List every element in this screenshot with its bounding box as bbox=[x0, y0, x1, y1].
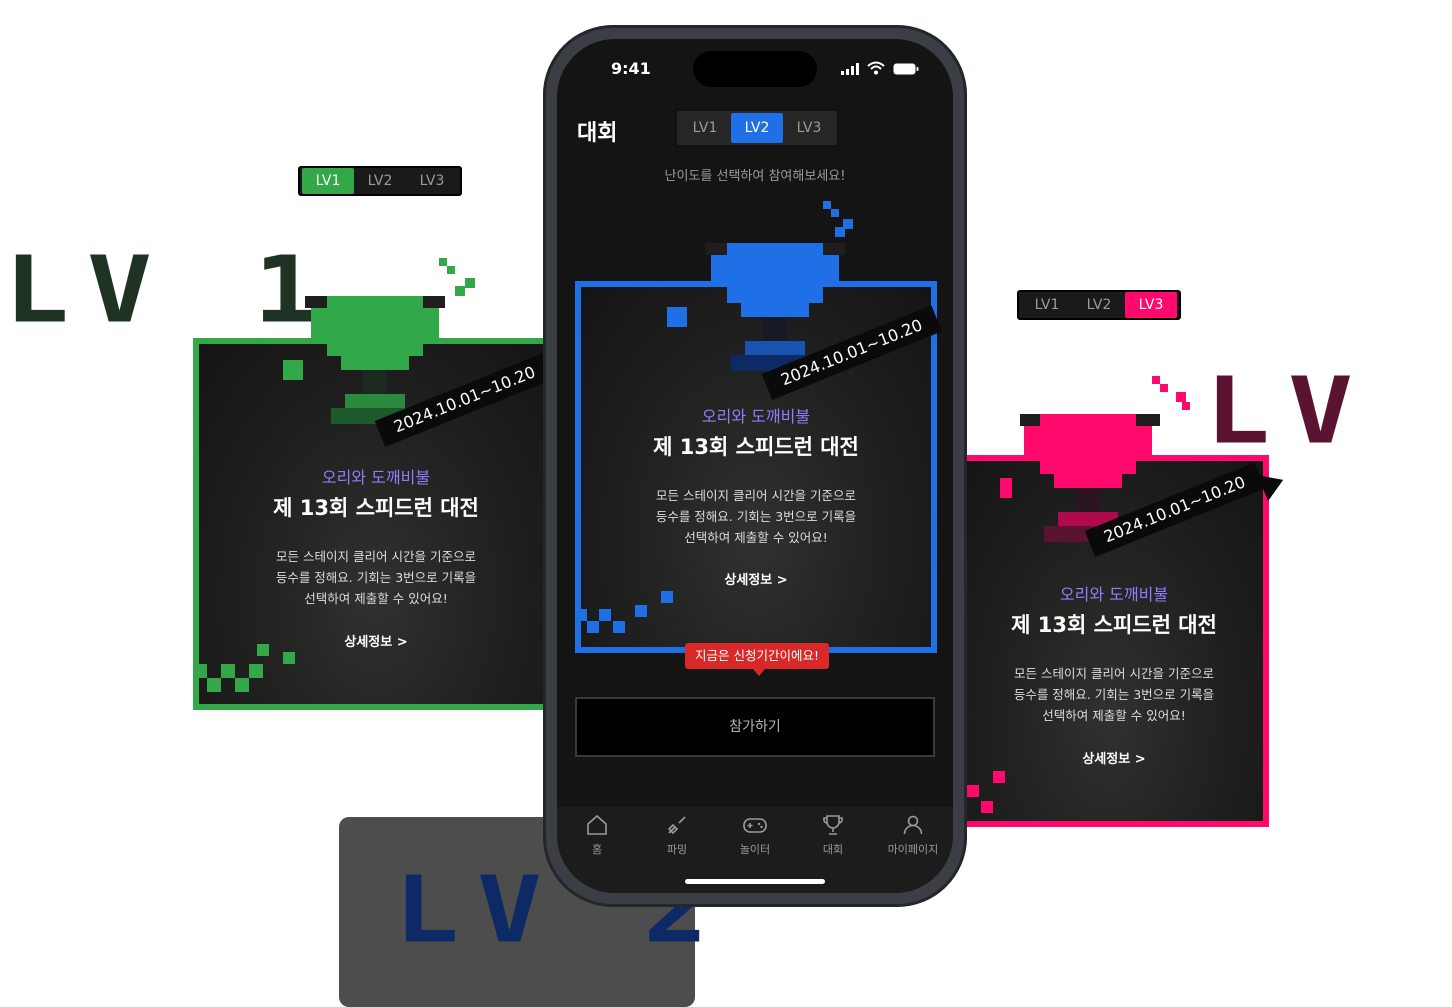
gamepad-icon bbox=[743, 818, 767, 833]
contest-desc: 모든 스테이지 클리어 시간을 기준으로 등수를 정해요. 기회는 3번으로 기록… bbox=[655, 488, 857, 545]
nav-contest[interactable]: 대회 bbox=[797, 807, 869, 857]
tooltip-arrow bbox=[753, 669, 765, 676]
big-label-lv1: LV 1 bbox=[4, 237, 337, 344]
level-switch-lv1-preview: LV1 LV2 LV3 bbox=[298, 166, 462, 196]
contest-title: 제 13회 스피드런 대전 bbox=[1011, 613, 1217, 637]
home-indicator bbox=[685, 879, 825, 884]
user-icon bbox=[903, 815, 923, 835]
phone-screen: 9:41 대회 LV1 LV2 LV3 난이도를 선택하여 참여해보세요! 오리… bbox=[557, 39, 953, 893]
join-button[interactable]: 참가하기 bbox=[575, 697, 935, 757]
detail-link[interactable]: 상세정보 > bbox=[581, 569, 931, 588]
phone-frame: 9:41 대회 LV1 LV2 LV3 난이도를 선택하여 참여해보세요! 오리… bbox=[543, 25, 967, 907]
home-icon bbox=[587, 814, 607, 835]
page-title: 대회 bbox=[577, 121, 618, 146]
tab-lv2[interactable]: LV2 bbox=[731, 113, 783, 143]
contest-subtitle: 오리와 도깨비불 bbox=[321, 468, 431, 487]
signal-icon bbox=[841, 63, 859, 75]
contest-subtitle: 오리와 도깨비불 bbox=[701, 407, 811, 426]
contest-desc: 모든 스테이지 클리어 시간을 기준으로 등수를 정해요. 기회는 3번으로 기록… bbox=[275, 549, 477, 606]
tab-lv3[interactable]: LV3 bbox=[783, 113, 835, 143]
status-time: 9:41 bbox=[611, 59, 651, 78]
tab-lv2[interactable]: LV2 bbox=[354, 168, 406, 194]
detail-link[interactable]: 상세정보 > bbox=[965, 748, 1263, 767]
trophy-icon bbox=[823, 815, 843, 835]
level-switch: LV1 LV2 LV3 bbox=[675, 109, 839, 147]
contest-title: 제 13회 스피드런 대전 bbox=[273, 496, 479, 520]
tab-lv2[interactable]: LV2 bbox=[1073, 292, 1125, 318]
tab-lv3[interactable]: LV3 bbox=[406, 168, 458, 194]
nav-playground[interactable]: 놀이터 bbox=[719, 807, 791, 857]
nav-farming[interactable]: 파밍 bbox=[641, 807, 713, 857]
status-tooltip: 지금은 신청기간이에요! bbox=[685, 643, 829, 669]
contest-desc: 모든 스테이지 클리어 시간을 기준으로 등수를 정해요. 기회는 3번으로 기록… bbox=[1013, 666, 1215, 723]
level-switch-lv3-preview: LV1 LV2 LV3 bbox=[1017, 290, 1181, 320]
wifi-icon bbox=[867, 61, 885, 75]
contest-subtitle: 오리와 도깨비불 bbox=[1059, 585, 1169, 604]
hint-text: 난이도를 선택하여 참여해보세요! bbox=[664, 169, 846, 184]
nav-home[interactable]: 홈 bbox=[561, 807, 633, 857]
tab-lv1[interactable]: LV1 bbox=[302, 168, 354, 194]
shovel-icon bbox=[667, 816, 686, 835]
contest-title: 제 13회 스피드런 대전 bbox=[653, 435, 859, 459]
tab-lv1[interactable]: LV1 bbox=[1021, 292, 1073, 318]
tab-lv3[interactable]: LV3 bbox=[1125, 292, 1177, 318]
tab-lv1[interactable]: LV1 bbox=[679, 113, 731, 143]
nav-mypage[interactable]: 마이페이지 bbox=[877, 807, 949, 857]
detail-link[interactable]: 상세정보 > bbox=[199, 631, 553, 650]
dynamic-island bbox=[693, 51, 817, 87]
battery-icon bbox=[893, 63, 919, 75]
